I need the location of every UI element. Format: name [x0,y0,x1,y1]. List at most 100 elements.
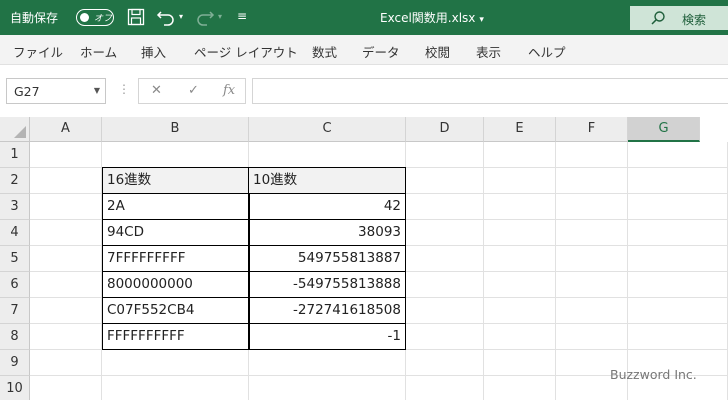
cell-e2[interactable] [484,168,556,194]
cell-a1[interactable] [30,142,102,168]
row-header-10[interactable]: 10 [0,376,30,400]
cell-f4[interactable] [556,220,628,246]
cell-c4[interactable]: 38093 [248,219,406,246]
cell-f6[interactable] [556,272,628,298]
column-header-g[interactable]: G [628,117,700,142]
cell-c5[interactable]: 549755813887 [248,245,406,272]
cell-e5[interactable] [484,246,556,272]
insert-function-icon[interactable]: fx [223,83,235,98]
cell-d8[interactable] [406,324,484,350]
cell-c9[interactable] [249,350,406,376]
column-header-a[interactable]: A [30,117,102,142]
redo-dropdown-icon[interactable]: ▾ [218,12,222,32]
cell-d5[interactable] [406,246,484,272]
cell-e8[interactable] [484,324,556,350]
column-header-c[interactable]: C [249,117,406,142]
cell-f3[interactable] [556,194,628,220]
cell-e9[interactable] [484,350,556,376]
cell-b4[interactable]: 94CD [102,219,250,246]
cell-f5[interactable] [556,246,628,272]
cell-a3[interactable] [30,194,102,220]
cell-c1[interactable] [249,142,406,168]
file-name[interactable]: Excel関数用.xlsx ▾ [380,9,484,26]
cell-g8[interactable] [628,324,728,350]
cell-e7[interactable] [484,298,556,324]
cell-c7[interactable]: -272741618508 [248,297,406,324]
cell-c6[interactable]: -549755813888 [248,271,406,298]
cell-e10[interactable] [484,376,556,400]
cell-d2[interactable] [406,168,484,194]
tab-file[interactable]: ファイル [13,42,63,61]
save-icon[interactable] [127,8,145,28]
tab-view[interactable]: 表示 [476,42,501,61]
cell-g2[interactable] [628,168,728,194]
redo-icon[interactable] [195,8,215,28]
cell-b1[interactable] [102,142,249,168]
cell-g1[interactable] [628,142,728,168]
tab-help[interactable]: ヘルプ [528,42,566,61]
row-header-6[interactable]: 6 [0,272,30,298]
tab-home[interactable]: ホーム [80,42,117,61]
cell-d6[interactable] [406,272,484,298]
row-header-7[interactable]: 7 [0,298,30,324]
cell-g5[interactable] [628,246,728,272]
formula-bar-splitter-icon[interactable]: ⋮ [118,82,130,96]
cell-d1[interactable] [406,142,484,168]
name-box[interactable]: G27 ▼ [6,78,106,104]
tab-review[interactable]: 校閲 [425,42,450,61]
row-header-8[interactable]: 8 [0,324,30,350]
row-header-9[interactable]: 9 [0,350,30,376]
undo-dropdown-icon[interactable]: ▾ [179,12,183,32]
cell-b10[interactable] [102,376,249,400]
cell-d10[interactable] [406,376,484,400]
column-header-d[interactable]: D [406,117,484,142]
cell-c2[interactable]: 10進数 [248,167,406,194]
cell-a5[interactable] [30,246,102,272]
cell-d7[interactable] [406,298,484,324]
autosave-toggle[interactable]: オフ [76,9,114,26]
formula-input[interactable] [252,78,728,104]
cell-f1[interactable] [556,142,628,168]
tab-formulas[interactable]: 数式 [312,42,337,61]
row-header-5[interactable]: 5 [0,246,30,272]
cell-b6[interactable]: 8000000000 [102,271,250,298]
tab-page-layout[interactable]: ページ レイアウト [194,42,298,61]
cell-a4[interactable] [30,220,102,246]
cell-b3[interactable]: 2A [102,193,250,220]
cell-b2[interactable]: 16進数 [102,167,250,194]
row-header-1[interactable]: 1 [0,142,30,168]
column-header-f[interactable]: F [556,117,628,142]
cell-d4[interactable] [406,220,484,246]
cell-f8[interactable] [556,324,628,350]
cell-d3[interactable] [406,194,484,220]
cell-b8[interactable]: FFFFFFFFFF [102,323,250,350]
cell-g3[interactable] [628,194,728,220]
tab-data[interactable]: データ [362,42,400,61]
search-box[interactable]: 検索 [630,6,728,30]
row-header-3[interactable]: 3 [0,194,30,220]
name-box-dropdown-icon[interactable]: ▼ [94,86,100,95]
cell-a7[interactable] [30,298,102,324]
cell-f7[interactable] [556,298,628,324]
cell-b7[interactable]: C07F552CB4 [102,297,250,324]
cell-a8[interactable] [30,324,102,350]
cell-a9[interactable] [30,350,102,376]
cell-b5[interactable]: 7FFFFFFFFF [102,245,250,272]
cell-g7[interactable] [628,298,728,324]
cell-c8[interactable]: -1 [248,323,406,350]
cell-b9[interactable] [102,350,249,376]
select-all-button[interactable] [0,117,30,142]
column-header-b[interactable]: B [102,117,249,142]
cell-a6[interactable] [30,272,102,298]
cell-e3[interactable] [484,194,556,220]
cell-d9[interactable] [406,350,484,376]
undo-icon[interactable] [156,8,176,28]
column-header-e[interactable]: E [484,117,556,142]
customize-toolbar-icon[interactable]: ≡ [237,9,247,29]
cell-a2[interactable] [30,168,102,194]
cell-c3[interactable]: 42 [248,193,406,220]
cell-g6[interactable] [628,272,728,298]
cell-f2[interactable] [556,168,628,194]
cell-g4[interactable] [628,220,728,246]
cancel-icon[interactable]: ✕ [151,83,162,98]
